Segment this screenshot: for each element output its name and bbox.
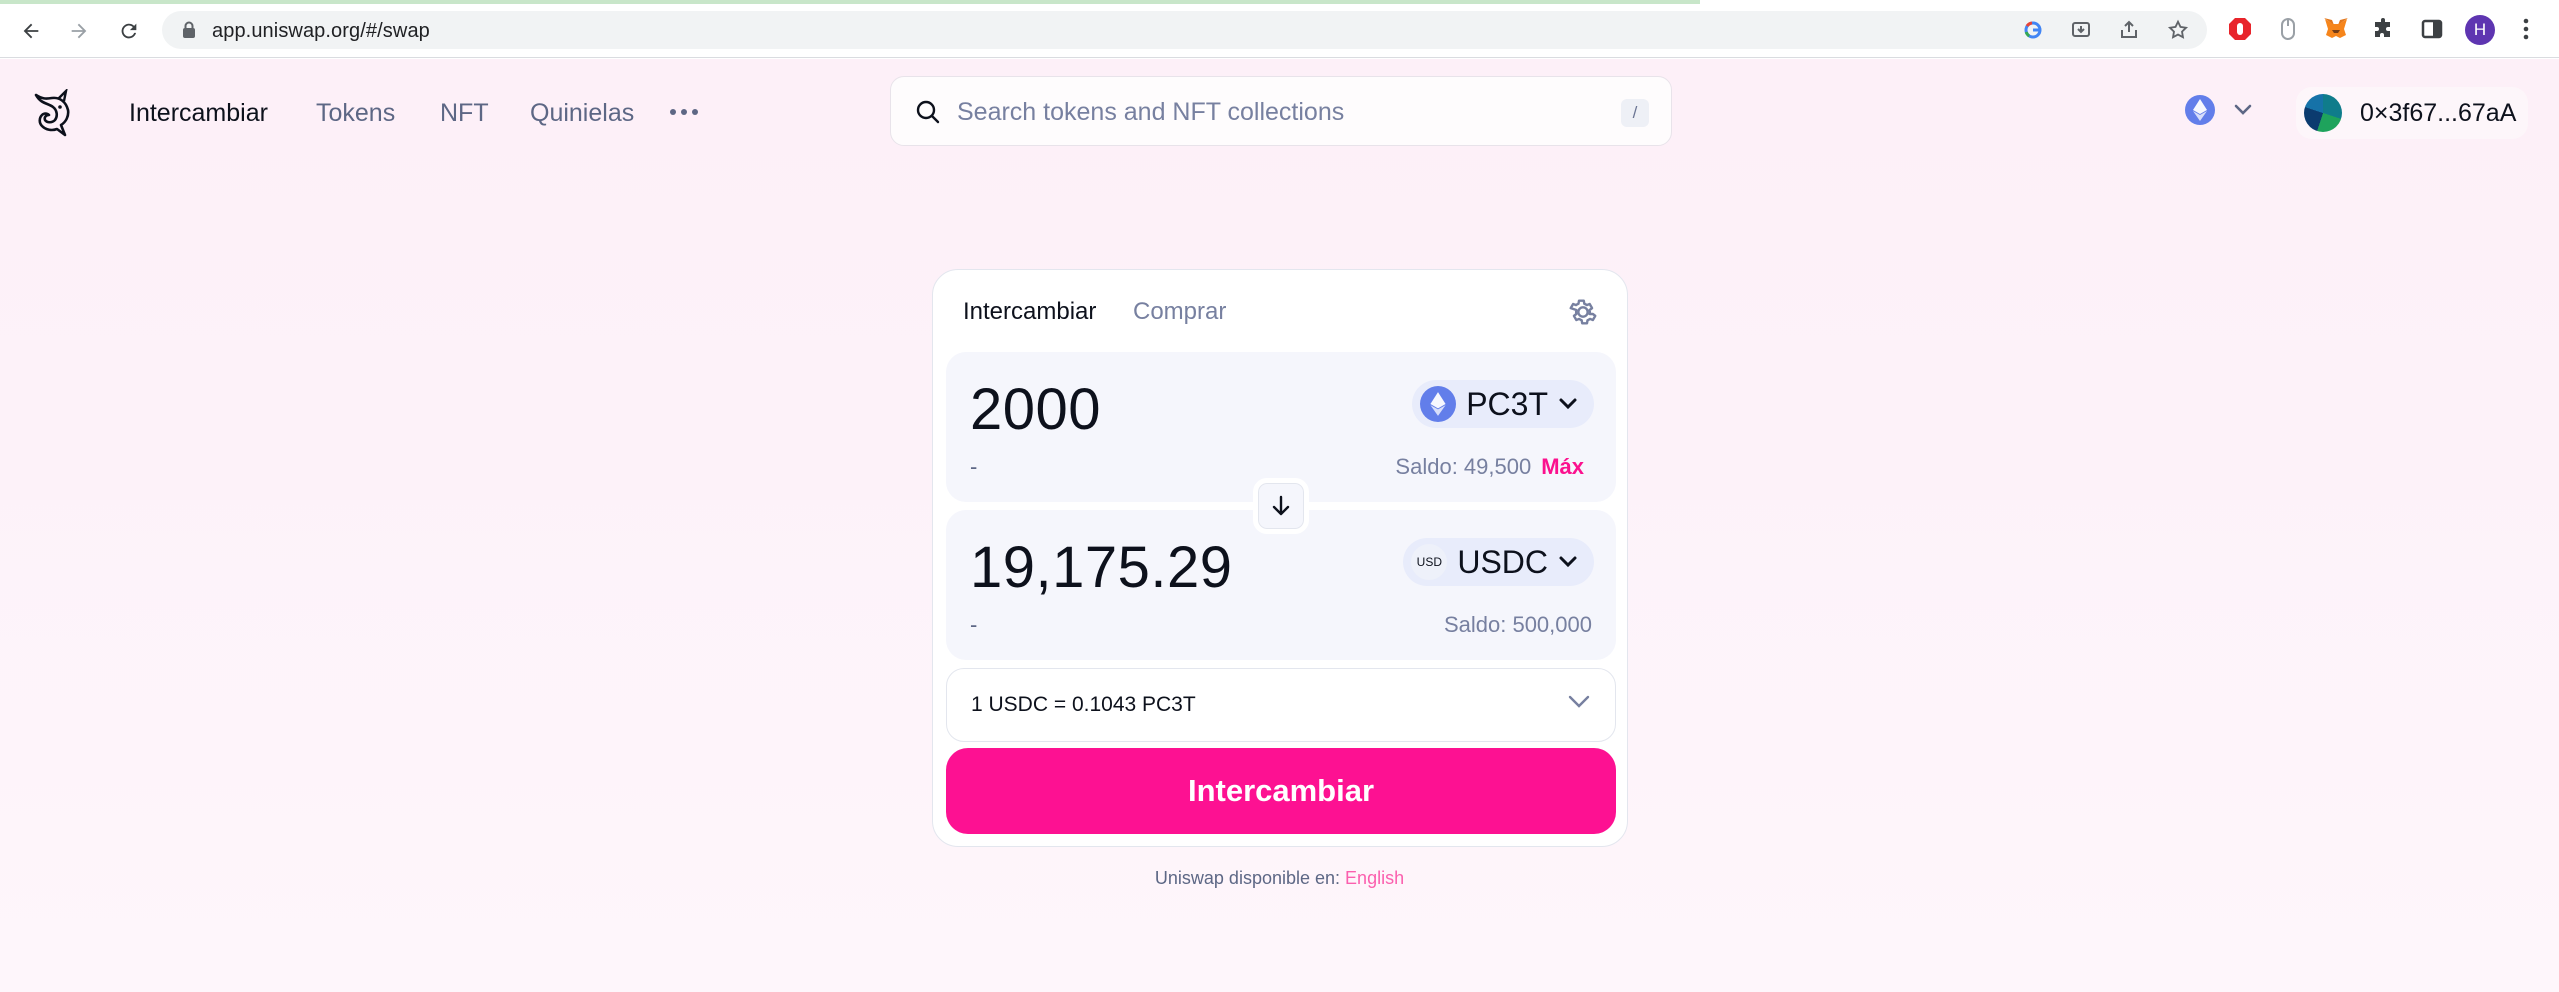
pc3t-token-icon	[1420, 386, 1457, 422]
tab-intercambiar[interactable]: Intercambiar	[963, 298, 1096, 326]
ethereum-icon	[2185, 95, 2215, 125]
nav-nft[interactable]: NFT	[440, 99, 489, 128]
unicorn-logo-icon	[34, 87, 70, 137]
language-footer: Uniswap disponible en: English	[0, 868, 2559, 889]
install-app-icon[interactable]	[2070, 19, 2092, 41]
tab-comprar[interactable]: Comprar	[1133, 298, 1226, 326]
more-menu-icon[interactable]	[670, 109, 698, 115]
reload-button[interactable]	[112, 14, 146, 48]
kebab-menu-icon	[2523, 18, 2529, 40]
reload-icon	[121, 23, 137, 39]
sell-balance: Saldo: 49,500 Máx	[1395, 454, 1592, 480]
chevron-down-icon	[1559, 556, 1577, 568]
exchange-rate-text: 1 USDC = 0.1043 PC3T	[971, 693, 1196, 716]
search-icon	[916, 100, 940, 124]
sell-amount-input[interactable]: 2000	[970, 376, 1101, 443]
share-icon[interactable]	[2118, 19, 2140, 41]
lock-icon	[183, 21, 195, 38]
gear-icon[interactable]	[1567, 296, 1599, 328]
arrow-right-icon	[71, 23, 87, 39]
forward-button[interactable]	[62, 14, 96, 48]
buy-balance: Saldo: 500,000	[1444, 612, 1592, 638]
side-panel-icon[interactable]	[2418, 15, 2446, 43]
usdc-token-icon: USD	[1411, 544, 1448, 580]
buy-balance-text: Saldo: 500,000	[1443, 612, 1592, 637]
google-icon[interactable]	[2022, 19, 2044, 41]
uniswap-logo[interactable]	[30, 87, 76, 139]
wallet-button[interactable]: 0×3f67...67aA	[2296, 87, 2528, 139]
swap-button[interactable]: Intercambiar	[946, 748, 1616, 834]
back-button[interactable]	[14, 14, 48, 48]
url-text: app.uniswap.org/#/swap	[212, 20, 430, 42]
address-bar[interactable]: app.uniswap.org/#/swap	[162, 11, 2207, 49]
search-bar[interactable]: Search tokens and NFT collections /	[890, 76, 1672, 146]
profile-initial: H	[2473, 20, 2487, 39]
chevron-down-icon	[1568, 695, 1590, 708]
mouse-extension-icon[interactable]	[2274, 15, 2302, 43]
swap-card: Intercambiar Comprar 2000 - PC3T Saldo: …	[932, 269, 1628, 847]
metamask-fox-icon[interactable]	[2322, 15, 2350, 43]
search-input[interactable]: Search tokens and NFT collections	[957, 98, 1344, 127]
adblock-extension-icon[interactable]	[2226, 15, 2254, 43]
arrow-down-icon	[1272, 495, 1290, 516]
search-shortcut-hint: /	[1621, 99, 1649, 127]
footer-text: Uniswap disponible en:	[1154, 868, 1341, 888]
sell-balance-text: Saldo: 49,500	[1395, 454, 1532, 479]
profile-avatar[interactable]: H	[2465, 15, 2495, 45]
buy-usd-value: -	[970, 612, 978, 637]
exchange-rate-row[interactable]: 1 USDC = 0.1043 PC3T	[946, 668, 1616, 742]
nav-quinielas[interactable]: Quinielas	[530, 99, 634, 128]
browser-menu-button[interactable]	[2512, 15, 2540, 43]
browser-toolbar: app.uniswap.org/#/swap H	[0, 0, 2559, 58]
chevron-down-icon	[2234, 104, 2252, 115]
buy-token-symbol: USDC	[1457, 543, 1548, 580]
page-load-progress	[0, 0, 1700, 4]
sell-usd-value: -	[970, 454, 978, 479]
max-button[interactable]: Máx	[1541, 454, 1592, 480]
buy-token-selector[interactable]: USD USDC	[1403, 538, 1594, 586]
sell-token-symbol: PC3T	[1466, 385, 1548, 422]
nav-intercambiar[interactable]: Intercambiar	[129, 99, 268, 128]
sell-token-selector[interactable]: PC3T	[1412, 380, 1594, 428]
nav-tokens[interactable]: Tokens	[316, 99, 395, 128]
network-selector[interactable]	[2185, 95, 2253, 125]
chevron-down-icon	[1559, 398, 1577, 410]
wallet-address: 0×3f67...67aA	[2360, 98, 2517, 127]
buy-amount-input[interactable]: 19,175.29	[970, 534, 1233, 601]
arrow-left-icon	[23, 23, 39, 39]
switch-tokens-button[interactable]	[1253, 478, 1309, 534]
wallet-avatar	[2304, 94, 2342, 132]
extensions-puzzle-icon[interactable]	[2370, 15, 2398, 43]
uniswap-app: Intercambiar Tokens NFT Quinielas Search…	[0, 59, 2559, 992]
language-link[interactable]: English	[1345, 868, 1404, 888]
bookmark-star-icon[interactable]	[2167, 19, 2189, 41]
